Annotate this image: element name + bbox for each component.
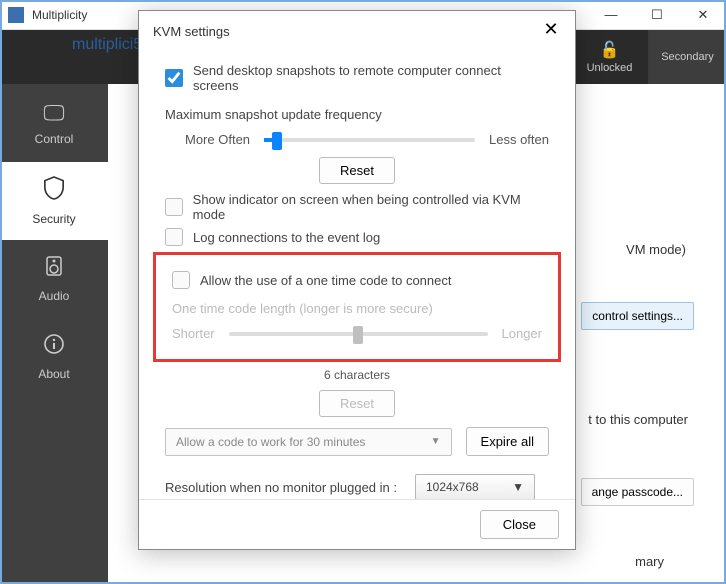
minimize-button[interactable]: — <box>588 0 634 30</box>
log-connections-label: Log connections to the event log <box>193 230 380 245</box>
monitor-icon: 🖵 <box>43 100 64 126</box>
show-indicator-row: Show indicator on screen when being cont… <box>165 192 549 222</box>
dialog-footer: Close <box>139 499 575 549</box>
bg-to-this-computer: t to this computer <box>588 412 688 427</box>
allow-one-time-row: Allow the use of a one time code to conn… <box>172 271 542 289</box>
longer-label: Longer <box>502 326 542 341</box>
send-snapshots-checkbox[interactable] <box>165 69 183 87</box>
sidebar-item-security[interactable]: Security <box>0 162 108 240</box>
one-time-code-highlight: Allow the use of a one time code to conn… <box>153 252 561 362</box>
one-time-length-label: One time code length (longer is more sec… <box>172 301 542 316</box>
sidebar-item-control[interactable]: 🖵 Control <box>0 84 108 162</box>
change-passcode-label: ange passcode... <box>592 485 683 499</box>
sidebar: 🖵 Control Security Audio About <box>0 84 108 582</box>
max-frequency-label: Maximum snapshot update frequency <box>165 107 549 122</box>
reset-label: Reset <box>340 163 374 178</box>
dialog-body: Send desktop snapshots to remote compute… <box>139 51 575 499</box>
chevron-down-icon: ▼ <box>512 480 524 494</box>
sidebar-item-audio[interactable]: Audio <box>0 240 108 318</box>
send-snapshots-label: Send desktop snapshots to remote compute… <box>193 63 549 93</box>
unlocked-tile[interactable]: 🔓 Unlocked <box>570 30 648 84</box>
slider-thumb[interactable] <box>272 132 282 150</box>
code-duration-row: Allow a code to work for 30 minutes ▼ Ex… <box>165 427 549 456</box>
allow-one-time-label: Allow the use of a one time code to conn… <box>200 273 452 288</box>
show-indicator-checkbox[interactable] <box>165 198 183 216</box>
dialog-title: KVM settings <box>153 24 541 39</box>
chevron-down-icon: ▼ <box>431 436 441 447</box>
unlocked-label: Unlocked <box>587 62 633 74</box>
allow-one-time-checkbox[interactable] <box>172 271 190 289</box>
log-connections-checkbox[interactable] <box>165 228 183 246</box>
speaker-icon <box>44 255 64 283</box>
code-duration-value: Allow a code to work for 30 minutes <box>176 435 365 449</box>
more-often-label: More Often <box>185 132 250 147</box>
send-snapshots-row: Send desktop snapshots to remote compute… <box>165 63 549 93</box>
resolution-label: Resolution when no monitor plugged in : <box>165 480 397 495</box>
reset-frequency-button[interactable]: Reset <box>319 157 395 184</box>
kvm-settings-dialog: KVM settings ✕ Send desktop snapshots to… <box>138 10 576 550</box>
change-passcode-button[interactable]: ange passcode... <box>581 478 694 506</box>
maximize-button[interactable]: ☐ <box>634 0 680 30</box>
code-duration-select[interactable]: Allow a code to work for 30 minutes ▼ <box>165 428 452 456</box>
info-icon <box>43 333 65 361</box>
reset2-label: Reset <box>340 396 374 411</box>
unlock-icon: 🔓 <box>600 40 620 60</box>
resolution-row: Resolution when no monitor plugged in : … <box>165 474 549 499</box>
bg-kvm-mode-text: VM mode) <box>626 242 686 257</box>
sidebar-item-label: About <box>38 367 69 381</box>
reset-length-button[interactable]: Reset <box>319 390 395 417</box>
expire-all-button[interactable]: Expire all <box>466 427 549 456</box>
bg-mary-text: mary <box>635 554 664 569</box>
less-often-label: Less often <box>489 132 549 147</box>
expire-all-label: Expire all <box>481 434 534 449</box>
show-indicator-label: Show indicator on screen when being cont… <box>193 192 549 222</box>
frequency-slider-row: More Often Less often <box>165 132 549 147</box>
app-icon <box>8 7 24 23</box>
length-slider-thumb[interactable] <box>353 326 363 344</box>
log-connections-row: Log connections to the event log <box>165 228 549 246</box>
dialog-close-button[interactable]: ✕ <box>541 21 561 41</box>
resolution-select[interactable]: 1024x768 ▼ <box>415 474 535 499</box>
shorter-label: Shorter <box>172 326 215 341</box>
characters-label: 6 characters <box>165 368 549 382</box>
control-settings-button[interactable]: control settings... <box>581 302 694 330</box>
shield-icon <box>43 176 65 206</box>
sidebar-item-label: Control <box>35 132 74 146</box>
length-slider[interactable] <box>229 332 488 336</box>
dialog-header: KVM settings ✕ <box>139 11 575 51</box>
secondary-tile[interactable]: Secondary <box>648 30 726 84</box>
control-settings-label: control settings... <box>592 309 683 323</box>
length-slider-row: Shorter Longer <box>172 326 542 341</box>
close-window-button[interactable]: ✕ <box>680 0 726 30</box>
sidebar-item-about[interactable]: About <box>0 318 108 396</box>
dialog-close-footer-button[interactable]: Close <box>480 510 559 539</box>
frequency-slider[interactable] <box>264 138 475 142</box>
secondary-label: Secondary <box>661 51 714 63</box>
sidebar-item-label: Audio <box>39 289 70 303</box>
sidebar-item-label: Security <box>32 212 75 226</box>
resolution-value: 1024x768 <box>426 480 479 494</box>
close-label: Close <box>503 517 536 532</box>
